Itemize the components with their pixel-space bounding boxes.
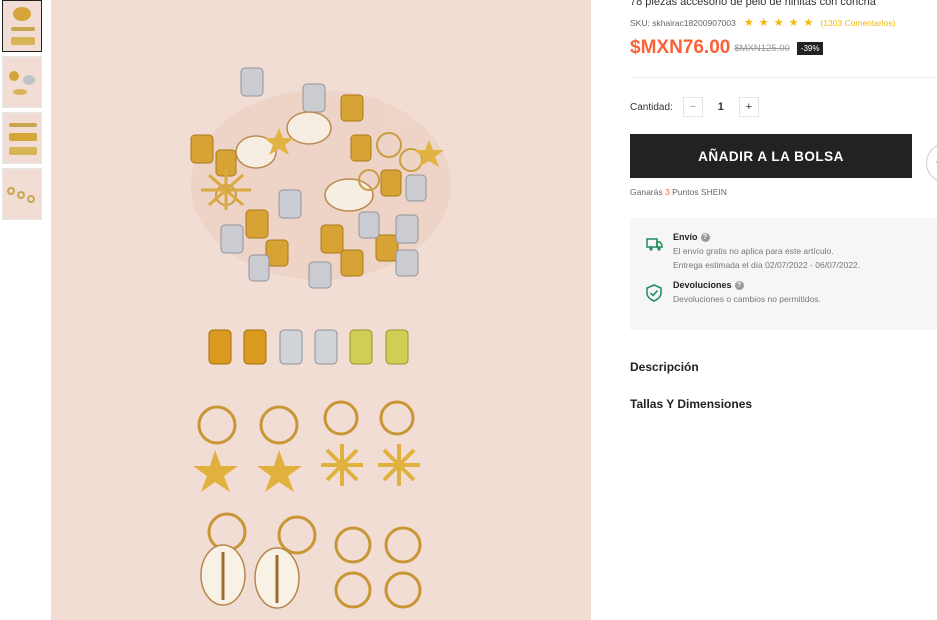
points-suffix: Puntos SHEIN — [672, 187, 727, 197]
shipping-title: Envío ? — [673, 232, 860, 242]
add-to-bag-button[interactable]: AÑADIR A LA BOLSA — [630, 134, 912, 178]
product-main-image[interactable] — [51, 0, 591, 620]
reviews-link[interactable]: (1303 Comentarios) — [820, 18, 895, 28]
help-icon[interactable]: ? — [734, 280, 744, 290]
quantity-decrease-button[interactable]: − — [682, 97, 703, 117]
points-prefix: Ganarás — [630, 187, 663, 197]
discount-badge: -39% — [796, 41, 824, 55]
sizes-section-toggle[interactable]: Tallas Y Dimensiones — [630, 397, 937, 411]
description-section-toggle[interactable]: Descripción — [630, 360, 937, 374]
points-value: 3 — [664, 187, 670, 197]
returns-title: Devoluciones ? — [673, 280, 821, 290]
sku-row: SKU: skhairac18200907003 ★ ★ ★ ★ ★ (1303… — [630, 16, 937, 29]
returns-title-text: Devoluciones — [673, 280, 732, 290]
quantity-stepper: − 1 + — [682, 97, 759, 117]
price-row: $MXN76.00 $MXN125.00 -39% — [630, 37, 937, 59]
help-icon[interactable]: ? — [700, 232, 710, 242]
quantity-increase-button[interactable]: + — [738, 97, 759, 117]
thumbnail-2[interactable] — [2, 56, 42, 108]
thumbnail-4[interactable] — [2, 168, 42, 220]
original-price: $MXN125.00 — [734, 42, 790, 54]
returns-line-1: Devoluciones o cambios no permitidos. — [673, 294, 821, 304]
hair-accessories-illustration — [51, 0, 591, 620]
current-price: $MXN76.00 — [630, 37, 731, 58]
rating-stars-icon: ★ ★ ★ ★ ★ — [743, 17, 815, 29]
shipping-title-text: Envío — [673, 232, 698, 242]
points-text: Ganarás 3 Puntos SHEIN — [630, 187, 937, 197]
shipping-info-box: Envío ? El envío gratis no aplica para e… — [630, 218, 937, 330]
truck-icon — [646, 232, 666, 270]
shipping-line-1: El envío gratis no aplica para este artí… — [673, 246, 834, 256]
thumbnail-1[interactable] — [2, 0, 42, 52]
product-info-panel: 78 piezas accesorio de pelo de niñitas c… — [630, 0, 937, 411]
sku-text: SKU: skhairac18200907003 — [630, 17, 736, 28]
returns-item: Devoluciones ? Devoluciones o cambios no… — [646, 280, 937, 307]
quantity-row: Cantidad: − 1 + — [630, 97, 937, 117]
quantity-label: Cantidad: — [630, 101, 673, 113]
divider — [630, 77, 937, 78]
product-title: 78 piezas accesorio de pelo de niñitas c… — [630, 0, 876, 8]
wishlist-button[interactable]: ‹ — [926, 143, 937, 183]
thumbnail-list — [2, 0, 44, 224]
shipping-item: Envío ? El envío gratis no aplica para e… — [646, 232, 937, 270]
shipping-line-2: Entrega estimada el día 02/07/2022 - 06/… — [673, 260, 861, 270]
thumbnail-3[interactable] — [2, 112, 42, 164]
shield-check-icon — [646, 280, 666, 307]
quantity-input[interactable]: 1 — [703, 97, 739, 117]
